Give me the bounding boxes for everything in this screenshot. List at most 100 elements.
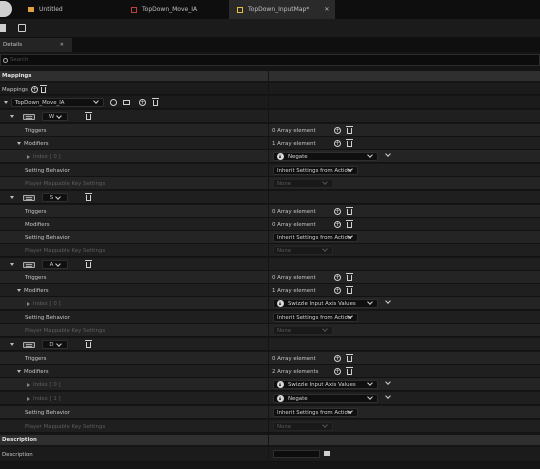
expand-arrow-icon[interactable] [27, 382, 30, 387]
description-section-header[interactable]: Description [0, 435, 540, 445]
setting-behavior-value: Inherit Settings from Action [277, 167, 352, 174]
add-icon[interactable]: + [139, 99, 146, 106]
add-element-icon[interactable]: + [334, 127, 341, 134]
trash-icon[interactable] [84, 193, 92, 201]
modifiers-row: Modifiers 0 Array element + [0, 218, 540, 231]
keyboard-icon[interactable] [23, 195, 35, 201]
player-mappable-value: None [277, 180, 292, 187]
key-mapping-row: W [0, 110, 540, 123]
expand-arrow-icon[interactable] [17, 142, 21, 145]
unreal-logo[interactable] [0, 1, 12, 17]
setting-behavior-select[interactable]: Inherit Settings from Action [273, 408, 358, 417]
key-selector[interactable]: S [42, 193, 68, 202]
search-input[interactable]: Search [0, 54, 540, 66]
expand-arrow-icon[interactable] [27, 301, 30, 306]
add-element-icon[interactable]: + [334, 368, 341, 375]
tab-untitled[interactable]: Untitled [20, 0, 115, 19]
expand-arrow-icon[interactable] [10, 343, 14, 346]
chevron-down-icon [93, 98, 99, 104]
expand-chevron-icon[interactable] [385, 298, 391, 304]
add-element-icon[interactable]: + [334, 140, 341, 147]
key-selector[interactable]: D [42, 340, 68, 349]
modifier-icon [277, 395, 284, 402]
keyboard-icon[interactable] [23, 262, 35, 268]
expand-chevron-icon[interactable] [385, 151, 391, 157]
triggers-row: Triggers 0 Array element + [0, 205, 540, 218]
tab-topdown-inputmap[interactable]: TopDown_InputMap* ✕ [229, 0, 335, 19]
setting-behavior-select[interactable]: Inherit Settings from Action [273, 313, 358, 322]
trash-icon[interactable] [346, 273, 353, 281]
keyboard-icon[interactable] [23, 342, 35, 348]
add-mapping-icon[interactable]: + [30, 86, 38, 93]
modifiers-label: Modifiers [24, 368, 49, 375]
add-element-icon[interactable]: + [334, 274, 341, 281]
expand-arrow-icon[interactable] [10, 115, 14, 118]
expand-arrow-icon[interactable] [27, 396, 30, 401]
player-mappable-select[interactable]: None [273, 246, 333, 255]
player-mappable-value: None [277, 423, 292, 430]
trash-icon[interactable] [84, 260, 92, 268]
column-separator [268, 71, 269, 462]
setting-behavior-row: Setting Behavior Inherit Settings from A… [0, 231, 540, 244]
trash-icon[interactable] [39, 85, 47, 93]
description-input[interactable] [273, 450, 320, 458]
tab-topdown-move-ia[interactable]: TopDown_Move_IA [123, 0, 227, 19]
modifier-select[interactable]: Negate [273, 394, 378, 403]
close-icon[interactable]: ✕ [324, 6, 329, 13]
mappings-section-header[interactable]: Mappings [0, 71, 540, 81]
trash-icon[interactable] [346, 207, 353, 215]
trash-icon[interactable] [346, 126, 353, 134]
player-mappable-label: Player Mappable Key Settings [25, 247, 106, 254]
expand-arrow-icon[interactable] [10, 196, 14, 199]
expand-arrow-icon[interactable] [10, 263, 14, 266]
expand-chevron-icon[interactable] [385, 393, 391, 399]
flag-icon[interactable] [324, 451, 330, 456]
expand-arrow-icon[interactable] [4, 101, 8, 104]
array-count: 0 Array element [272, 127, 316, 134]
modifier-select[interactable]: Swizzle Input Axis Values [273, 380, 378, 389]
chevron-down-icon [322, 179, 328, 185]
expand-arrow-icon[interactable] [17, 370, 21, 373]
key-selector[interactable]: W [42, 112, 68, 121]
setting-behavior-select[interactable]: Inherit Settings from Action [273, 166, 358, 175]
reset-arrow-icon[interactable] [110, 99, 117, 106]
add-element-icon[interactable]: + [334, 208, 341, 215]
close-icon[interactable]: ✕ [60, 42, 64, 48]
trash-icon[interactable] [84, 112, 92, 120]
player-mappable-select[interactable]: None [273, 422, 333, 431]
save-icon[interactable] [0, 24, 6, 32]
trash-icon[interactable] [346, 354, 353, 362]
trash-icon[interactable] [84, 340, 92, 348]
modifier-icon [277, 153, 284, 160]
add-element-icon[interactable]: + [334, 221, 341, 228]
folder-icon[interactable] [123, 100, 130, 105]
player-mappable-select[interactable]: None [273, 179, 333, 188]
browse-icon[interactable] [18, 24, 26, 32]
triggers-label: Triggers [25, 127, 47, 134]
modifier-select[interactable]: Negate [273, 152, 378, 161]
setting-behavior-select[interactable]: Inherit Settings from Action [273, 233, 358, 242]
chevron-down-icon [367, 299, 373, 305]
keyboard-icon[interactable] [23, 114, 35, 120]
modifier-select[interactable]: Swizzle Input Axis Values [273, 299, 378, 308]
modifier-icon [277, 381, 284, 388]
tab-label: TopDown_InputMap* [248, 6, 310, 13]
trash-icon[interactable] [346, 220, 353, 228]
trash-icon[interactable] [346, 367, 353, 375]
expand-arrow-icon[interactable] [27, 154, 30, 159]
trash-icon[interactable] [152, 98, 159, 106]
expand-arrow-icon[interactable] [17, 289, 21, 292]
chevron-down-icon [322, 326, 328, 332]
add-element-icon[interactable]: + [334, 355, 341, 362]
input-action-select[interactable]: TopDown_Move_IA [11, 98, 104, 107]
expand-chevron-icon[interactable] [385, 379, 391, 385]
trash-icon[interactable] [346, 286, 353, 294]
details-tab[interactable]: Details ✕ [0, 38, 72, 52]
setting-behavior-label: Setting Behavior [25, 167, 70, 174]
triggers-label: Triggers [25, 208, 47, 215]
add-element-icon[interactable]: + [334, 287, 341, 294]
player-mappable-select[interactable]: None [273, 326, 333, 335]
key-selector[interactable]: A [42, 260, 68, 269]
toolbar [0, 19, 540, 38]
trash-icon[interactable] [346, 139, 353, 147]
